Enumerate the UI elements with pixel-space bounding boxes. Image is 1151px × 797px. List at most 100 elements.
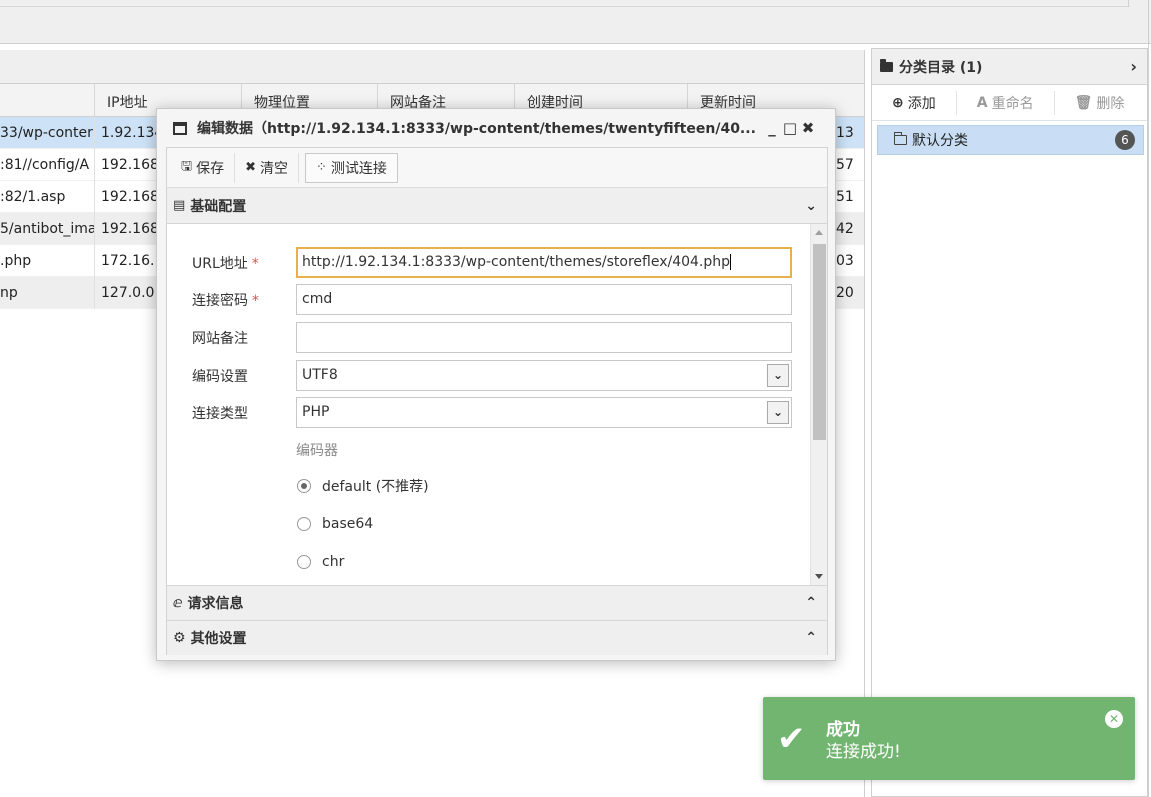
form-scrollbar[interactable]: [810, 224, 827, 585]
top-bar: [0, 0, 1151, 44]
cell-ip: 192.168: [94, 213, 162, 245]
scrollbar-thumb[interactable]: [813, 244, 826, 440]
cell-ip: 172.16.: [94, 245, 162, 277]
save-button[interactable]: 🖫 保存: [171, 152, 236, 183]
close-circle-icon[interactable]: ✕: [1105, 710, 1123, 728]
dialog-titlebar[interactable]: 编辑数据（http://1.92.134.1:8333/wp-content/t…: [157, 109, 835, 147]
chevron-down-icon[interactable]: ⌄: [767, 401, 789, 424]
cell-url: 33/wp-conter: [0, 125, 93, 141]
basic-config-form: URL地址 * http://1.92.134.1:8333/wp-content…: [167, 224, 827, 585]
encoding-label: 编码设置: [192, 369, 248, 385]
scroll-up-icon[interactable]: [815, 230, 823, 235]
rename-category-button[interactable]: A 重命名: [957, 90, 1055, 115]
encoder-option-label: chr: [322, 554, 345, 570]
top-bar-divider: [0, 6, 1130, 7]
spinner-icon: ⁘: [315, 160, 327, 175]
category-toolbar: ⊕ 添加 A 重命名 🗑 删除: [872, 85, 1147, 121]
success-toast: ✔ 成功 连接成功! ✕: [763, 697, 1135, 780]
dialog-body: 🖫 保存 ✖ 清空 ⁘ 测试连接 ▤ 基础配置 ⌄ URL地址 * http://…: [166, 147, 828, 655]
encoding-value: UTF8: [302, 367, 338, 383]
check-icon: ✔: [777, 719, 806, 759]
cell-url: 5/antibot_ima: [0, 221, 94, 237]
x-icon: ✖: [245, 160, 256, 175]
chevron-right-icon[interactable]: ›: [1130, 57, 1137, 76]
radio-icon[interactable]: [297, 517, 311, 531]
url-row: URL地址 * http://1.92.134.1:8333/wp-content…: [167, 247, 807, 279]
dialog-title: 编辑数据（http://1.92.134.1:8333/wp-content/t…: [197, 121, 756, 137]
password-row: 连接密码 * cmd: [167, 284, 807, 316]
encoder-option-default[interactable]: default (不推荐): [297, 476, 429, 496]
plus-circle-icon: ⊕: [892, 94, 904, 111]
maximize-icon[interactable]: □: [781, 119, 799, 137]
window-icon: [173, 121, 187, 135]
clear-button[interactable]: ✖ 清空: [235, 152, 299, 183]
chevron-up-icon[interactable]: ⌃: [805, 630, 817, 646]
delete-category-button[interactable]: 🗑 删除: [1055, 91, 1145, 115]
encoder-title: 编码器: [296, 443, 338, 459]
chevron-down-icon[interactable]: ⌄: [767, 364, 789, 387]
chevron-down-icon[interactable]: ⌄: [805, 198, 817, 214]
radio-selected-icon[interactable]: [297, 479, 311, 493]
edge-icon: ⅇ: [173, 595, 183, 611]
text-caret: [730, 254, 732, 270]
dialog-toolbar: 🖫 保存 ✖ 清空 ⁘ 测试连接: [167, 148, 827, 188]
category-item-default[interactable]: 默认分类 6: [877, 125, 1144, 155]
chevron-up-icon[interactable]: ⌃: [805, 595, 817, 611]
font-icon: A: [976, 94, 988, 111]
radio-icon[interactable]: [297, 555, 311, 569]
trash-icon: 🗑: [1074, 94, 1093, 111]
cell-ip: 127.0.0: [94, 277, 162, 309]
encoder-option-label: default (不推荐): [322, 479, 429, 495]
encoding-row: 编码设置 UTF8 ⌄: [167, 360, 807, 392]
type-value: PHP: [302, 404, 330, 420]
delete-category-label: 删除: [1096, 95, 1125, 112]
encoder-option-chr[interactable]: chr: [297, 552, 344, 572]
toast-message: 连接成功!: [826, 742, 901, 762]
category-count-badge: 6: [1115, 130, 1135, 150]
type-row: 连接类型 PHP ⌄: [167, 397, 807, 429]
cell-url: :82/1.asp: [0, 189, 66, 205]
section-other-header[interactable]: ⚙ 其他设置 ⌃: [167, 620, 827, 655]
section-basic-header[interactable]: ▤ 基础配置 ⌄: [167, 188, 827, 224]
section-request-title: 请求信息: [187, 596, 244, 612]
url-input[interactable]: http://1.92.134.1:8333/wp-content/themes…: [296, 247, 792, 278]
test-connection-button[interactable]: ⁘ 测试连接: [304, 152, 398, 183]
type-label: 连接类型: [192, 406, 248, 422]
section-request-header[interactable]: ⅇ 请求信息 ⌃: [167, 585, 827, 620]
encoder-option-label: base64: [322, 516, 374, 532]
type-select[interactable]: PHP ⌄: [296, 397, 792, 428]
category-panel-header[interactable]: 分类目录 (1) ›: [872, 49, 1147, 85]
note-row: 网站备注: [167, 322, 807, 354]
save-icon: 🖫: [181, 158, 193, 174]
cell-url: .php: [0, 253, 32, 269]
note-label: 网站备注: [192, 331, 248, 347]
password-input[interactable]: cmd: [296, 284, 792, 315]
cell-ip: 1.92.134: [94, 117, 162, 149]
category-panel-title: 分类目录 (1): [899, 59, 983, 76]
top-bar-splitter: [1128, 0, 1129, 6]
category-item-label: 默认分类: [912, 133, 968, 149]
add-category-button[interactable]: ⊕ 添加: [872, 90, 957, 115]
url-label: URL地址 *: [192, 256, 259, 272]
cell-url: :81//config/A: [0, 157, 90, 173]
encoding-select[interactable]: UTF8 ⌄: [296, 360, 792, 391]
file-text-icon: ▤: [173, 198, 186, 213]
save-label: 保存: [196, 160, 225, 177]
test-connection-label: 测试连接: [330, 160, 387, 177]
cell-ip: 192.168: [94, 181, 162, 213]
folder-open-icon: [894, 132, 907, 145]
clear-label: 清空: [259, 160, 288, 177]
note-input[interactable]: [296, 322, 792, 353]
rename-category-label: 重命名: [991, 95, 1034, 112]
category-panel: 分类目录 (1) › ⊕ 添加 A 重命名 🗑 删除 默认分类 6: [871, 48, 1148, 797]
minimize-icon[interactable]: _: [763, 119, 781, 137]
password-label: 连接密码 *: [192, 293, 259, 309]
folder-icon: [880, 58, 893, 72]
scroll-down-icon[interactable]: [815, 574, 823, 579]
add-category-label: 添加: [907, 95, 936, 112]
cell-url: np: [0, 285, 18, 301]
close-icon[interactable]: ✖: [799, 119, 817, 137]
encoder-option-base64[interactable]: base64: [297, 514, 373, 534]
cell-ip: 192.168: [94, 149, 162, 181]
grid-titlebar: [0, 50, 864, 84]
